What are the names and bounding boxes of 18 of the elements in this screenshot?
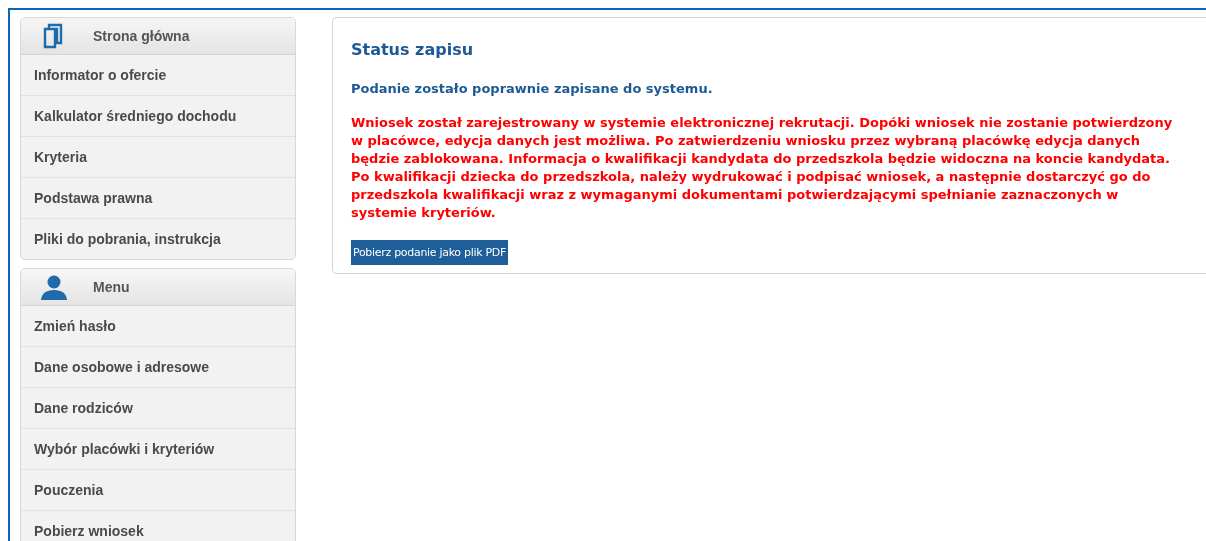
panel-title: Strona główna <box>93 28 190 44</box>
sidebar-item[interactable]: Kryteria <box>21 136 295 177</box>
panel-title: Menu <box>93 279 130 295</box>
sidebar-item[interactable]: Kalkulator średniego dochodu <box>21 95 295 136</box>
sidebar-item[interactable]: Podstawa prawna <box>21 177 295 218</box>
sidebar-item[interactable]: Pobierz wniosek <box>21 510 295 541</box>
download-pdf-button[interactable]: Pobierz podanie jako plik PDF <box>351 240 508 265</box>
sidebar-item[interactable]: Pouczenia <box>21 469 295 510</box>
sidebar-item[interactable]: Wybór placówki i kryteriów <box>21 428 295 469</box>
sidebar-item[interactable]: Informator o ofercie <box>21 55 295 95</box>
success-message: Podanie zostało poprawnie zapisane do systemu. <box>351 81 714 96</box>
sidebar-item[interactable]: Pliki do pobrania, instrukcja <box>21 218 295 259</box>
sidebar-item[interactable]: Dane osobowe i adresowe <box>21 346 295 387</box>
section-title: Status zapisu <box>351 40 475 59</box>
warning-message: Wniosek został zarejestrowany w systemie elektronicznej rekrutacji. Dopóki wniosek nie zostanie potwierdzony w placówce, edycja danych jest możliwa. Po zatwierdzeniu wniosku przez wybraną placówkę edycja danych będzie zablokowana. Informacja o kwalifikacji kandydata do przedszkola będzie widoczna na koncie kandydata. Po kwalifikacji dziecka do przedszkola, należy wydrukować i podpisać wniosek, a następnie dostarczyć go do przedszkola kwalifikacji wraz z wymaganymi dokumentami potwierdzającymi spełnianie zaznaczonych w systemie kryteriów. <box>351 114 1174 222</box>
user-icon <box>39 274 69 300</box>
sidebar-item[interactable]: Zmień hasło <box>21 306 295 346</box>
sidebar-item[interactable]: Dane rodziców <box>21 387 295 428</box>
